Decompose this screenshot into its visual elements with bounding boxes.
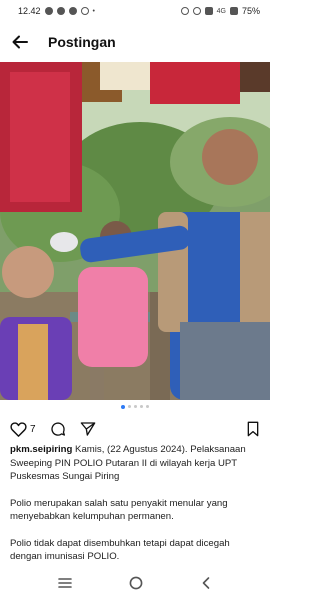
- carousel-dot-active: [121, 404, 125, 409]
- post-photo[interactable]: [0, 62, 270, 400]
- home-button[interactable]: [129, 576, 143, 595]
- send-icon: [80, 422, 95, 436]
- status-left: 12.42 •: [18, 6, 95, 16]
- back-button[interactable]: [6, 28, 34, 56]
- comment-button[interactable]: [50, 421, 66, 437]
- like-button[interactable]: [10, 421, 27, 437]
- alarm-icon: [180, 7, 189, 15]
- bookmark-icon: [247, 421, 259, 437]
- likes-count: 7: [30, 423, 36, 435]
- post-photo-illustration: [0, 62, 270, 400]
- app-bar: Postingan: [0, 22, 270, 62]
- battery-icon: [229, 7, 238, 15]
- eye-icon: [192, 7, 201, 15]
- signal-icon: [204, 7, 213, 15]
- message-icon: [44, 7, 53, 15]
- comment-icon: [50, 422, 65, 436]
- heart-icon: [10, 422, 27, 437]
- caption-paragraph-1: pkm.seipiring Kamis, (22 Agustus 2024). …: [10, 443, 260, 484]
- caption-paragraph-2: Polio merupakan salah satu penyakit menu…: [10, 497, 228, 523]
- more-notifications-icon: •: [92, 7, 95, 15]
- carousel-dot: [146, 405, 149, 408]
- battery-level: 75%: [241, 6, 260, 16]
- chevron-left-icon: [202, 576, 209, 589]
- post-username[interactable]: pkm.seipiring: [10, 444, 72, 455]
- instagram-icon: [68, 7, 77, 15]
- status-right: 4G 75%: [180, 6, 260, 16]
- home-circle-icon: [129, 576, 143, 589]
- carousel-dot: [134, 405, 137, 408]
- caption-paragraph-3: Polio tidak dapat disembuhkan tetapi dap…: [10, 537, 230, 563]
- facebook-icon: [56, 7, 65, 15]
- status-time: 12.42: [18, 6, 41, 16]
- carousel-dot: [128, 405, 131, 408]
- post-caption: pkm.seipiring Kamis, (22 Agustus 2024). …: [10, 443, 260, 577]
- page-title: Postingan: [48, 34, 116, 50]
- nav-back-button[interactable]: [200, 576, 212, 595]
- save-button[interactable]: [246, 421, 260, 437]
- share-button[interactable]: [80, 421, 96, 437]
- carousel-indicator: [0, 404, 270, 409]
- recent-apps-icon: [58, 578, 73, 588]
- network-type: 4G: [216, 7, 226, 15]
- status-bar: 12.42 • 4G 75%: [0, 0, 270, 22]
- carousel-dot: [140, 405, 143, 408]
- recent-apps-button[interactable]: [58, 576, 73, 594]
- post-actions: 7: [0, 416, 270, 442]
- arrow-left-icon: [12, 35, 28, 49]
- settings-icon: [80, 7, 89, 15]
- system-nav-bar: [0, 570, 270, 600]
